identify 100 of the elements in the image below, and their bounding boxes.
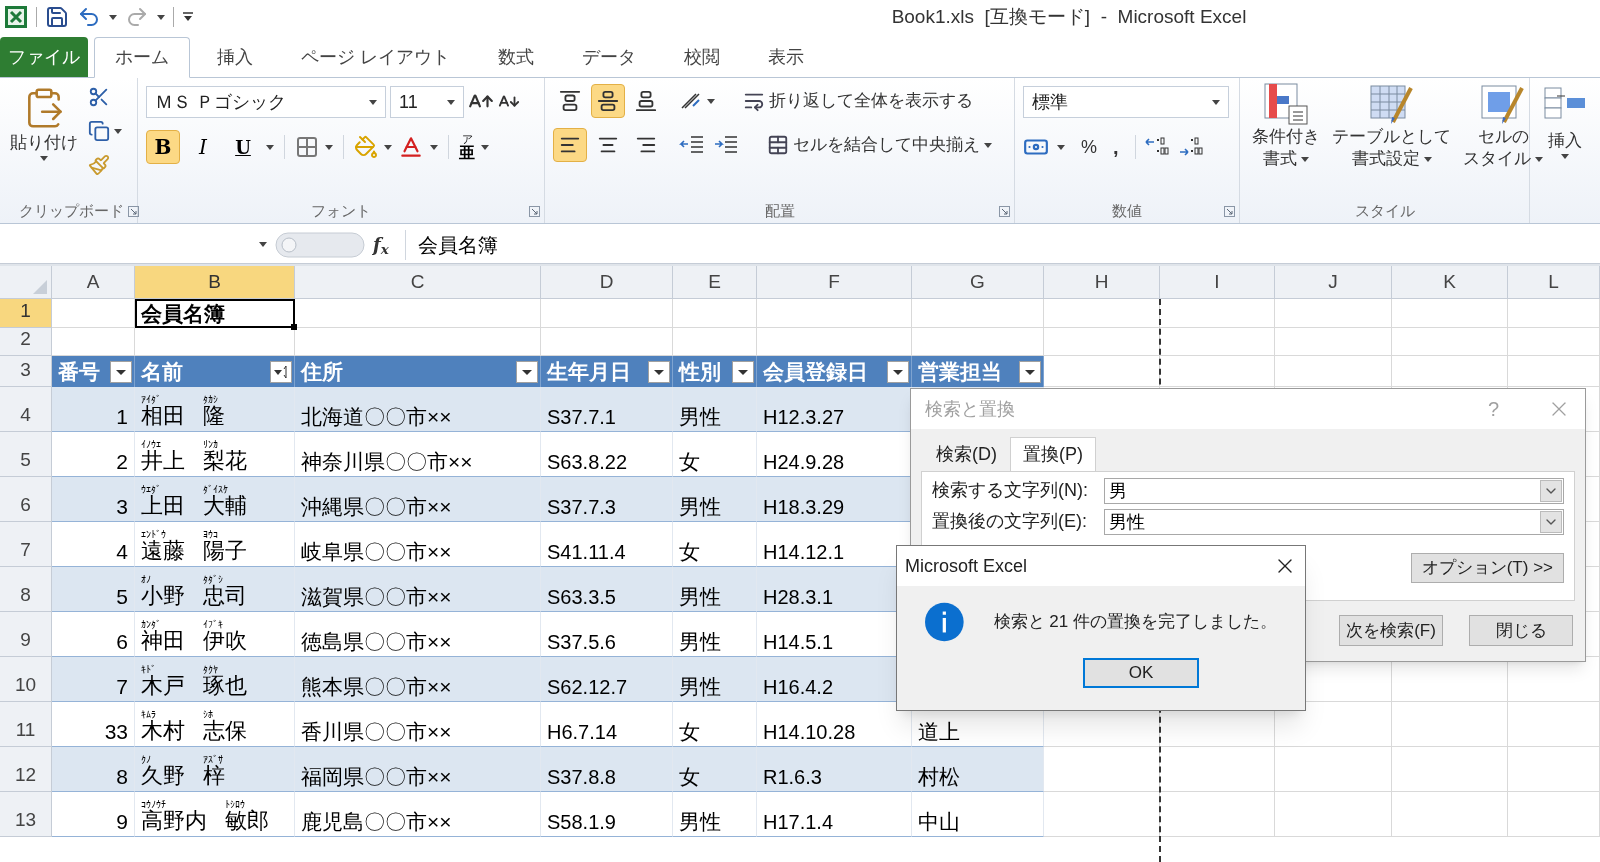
decrease-decimal-icon[interactable]	[1177, 136, 1204, 158]
phonetic-guide-button[interactable]: ア 亜	[459, 133, 475, 161]
ribbon-tab[interactable]: 校閲	[663, 37, 741, 78]
sheet-cell[interactable]	[1275, 299, 1392, 328]
insert-function-label[interactable]: f$_{x}$	[373, 231, 401, 258]
column-header[interactable]: C	[295, 266, 541, 299]
percent-style-button[interactable]: %	[1081, 133, 1097, 161]
filter-dropdown-icon[interactable]	[1019, 360, 1041, 383]
font-name-field[interactable]: ＭＳ Ｐゴシック	[146, 86, 386, 118]
row-header[interactable]: 4	[0, 387, 52, 432]
sheet-cell[interactable]	[1044, 792, 1160, 837]
sheet-cell[interactable]	[1508, 702, 1600, 747]
horizontal-align-button[interactable]	[553, 128, 587, 162]
sheet-cell[interactable]	[1160, 328, 1275, 356]
row-header[interactable]: 7	[0, 522, 52, 567]
options-button[interactable]: オプション(T) >>	[1410, 553, 1564, 583]
column-header[interactable]: J	[1275, 266, 1392, 299]
column-header[interactable]: G	[912, 266, 1044, 299]
text-field[interactable]: 男性	[1104, 508, 1564, 535]
filter-dropdown-icon[interactable]	[516, 360, 538, 383]
increase-indent-icon[interactable]	[713, 134, 739, 156]
sheet-cell[interactable]	[757, 299, 912, 328]
decrease-indent-icon[interactable]	[679, 134, 705, 156]
dialog-launcher-icon[interactable]	[999, 205, 1010, 217]
sheet-cell[interactable]	[1392, 299, 1508, 328]
row-header[interactable]: 9	[0, 612, 52, 657]
ribbon-tab[interactable]: データ	[561, 37, 657, 78]
save-icon[interactable]	[45, 5, 69, 29]
column-header[interactable]: E	[673, 266, 757, 299]
ribbon-tab[interactable]: ホーム	[94, 37, 190, 78]
row-header[interactable]: 13	[0, 792, 52, 837]
column-header[interactable]: B	[135, 266, 295, 299]
dialog-launcher-icon[interactable]	[1224, 205, 1235, 217]
sheet-cell[interactable]	[1508, 747, 1600, 792]
redo-icon[interactable]	[125, 5, 149, 29]
column-header[interactable]: H	[1044, 266, 1160, 299]
cut-icon[interactable]	[88, 86, 110, 108]
style-gallery-button[interactable]: 条件付き 書式	[1248, 82, 1324, 170]
copy-icon[interactable]	[88, 120, 110, 142]
ribbon-tab[interactable]: ページ レイアウト	[280, 37, 471, 78]
column-header[interactable]: K	[1392, 266, 1508, 299]
sheet-cell[interactable]	[1275, 792, 1392, 837]
paste-button[interactable]: 貼り付け	[8, 82, 80, 161]
dialog-button[interactable]: 次を検索(F)	[1339, 615, 1443, 646]
italic-button[interactable]: I	[186, 130, 220, 164]
dialog-tab[interactable]: 置換(P)	[1010, 437, 1096, 471]
row-header[interactable]: 1	[0, 299, 52, 328]
wrap-text-button[interactable]: 折り返して全体を表示する	[743, 88, 973, 114]
row-header[interactable]: 11	[0, 702, 52, 747]
column-header[interactable]: D	[541, 266, 673, 299]
sheet-cell[interactable]	[1508, 299, 1600, 328]
underline-button[interactable]: U	[226, 130, 260, 164]
sheet-cell[interactable]	[1160, 747, 1275, 792]
ribbon-tab[interactable]: 数式	[477, 37, 555, 78]
sheet-cell[interactable]	[1044, 356, 1160, 387]
row-header[interactable]: 10	[0, 657, 52, 702]
number-format-field[interactable]: 標準	[1023, 86, 1229, 118]
sheet-cell[interactable]	[1392, 747, 1508, 792]
dropdown-button[interactable]	[1540, 510, 1562, 533]
font-size-field[interactable]: 11	[390, 86, 464, 118]
vertical-align-button[interactable]	[591, 84, 625, 118]
filter-dropdown-icon[interactable]	[732, 360, 754, 383]
dropdown-button[interactable]	[1540, 479, 1562, 502]
column-header[interactable]: I	[1160, 266, 1275, 299]
row-header[interactable]: 12	[0, 747, 52, 792]
column-header[interactable]: L	[1508, 266, 1600, 299]
filter-dropdown-icon[interactable]	[110, 360, 132, 383]
undo-icon[interactable]	[77, 5, 101, 29]
row-header[interactable]: 3	[0, 356, 52, 387]
sheet-cell[interactable]	[1392, 792, 1508, 837]
filter-dropdown-icon[interactable]	[648, 360, 670, 383]
sheet-cell[interactable]	[1392, 702, 1508, 747]
sheet-cell[interactable]	[295, 299, 541, 328]
ribbon-tab[interactable]: 挿入	[196, 37, 274, 78]
sheet-cell[interactable]	[1160, 792, 1275, 837]
dialog-launcher-icon[interactable]	[529, 205, 540, 217]
sheet-cell[interactable]	[1275, 747, 1392, 792]
row-header[interactable]: 5	[0, 432, 52, 477]
file-tab[interactable]: ファイル	[0, 37, 88, 77]
sort-filter-icon[interactable]	[270, 360, 292, 383]
sheet-cell[interactable]	[1275, 328, 1392, 356]
row-header[interactable]: 6	[0, 477, 52, 522]
format-painter-icon[interactable]	[88, 154, 110, 176]
text-field[interactable]: 男	[1104, 477, 1564, 504]
sheet-cell[interactable]	[1160, 299, 1275, 328]
sheet-cell[interactable]	[1392, 328, 1508, 356]
formula-input[interactable]: 会員名簿	[406, 227, 1600, 262]
row-header[interactable]: 8	[0, 567, 52, 612]
insert-cells-button[interactable]: 挿入	[1543, 86, 1587, 159]
sheet-cell[interactable]	[52, 299, 135, 328]
comma-style-button[interactable]: ,	[1113, 132, 1119, 162]
select-all-icon[interactable]	[33, 280, 47, 294]
fill-handle[interactable]	[291, 324, 297, 330]
selected-cell[interactable]: 会員名簿	[135, 299, 295, 328]
sheet-cell[interactable]	[912, 299, 1044, 328]
sheet-cell[interactable]	[673, 299, 757, 328]
fill-color-icon[interactable]	[354, 135, 378, 159]
merge-center-button[interactable]: セルを結合して中央揃え	[767, 132, 992, 158]
filter-dropdown-icon[interactable]	[887, 360, 909, 383]
ok-button[interactable]: OK	[1083, 658, 1199, 688]
